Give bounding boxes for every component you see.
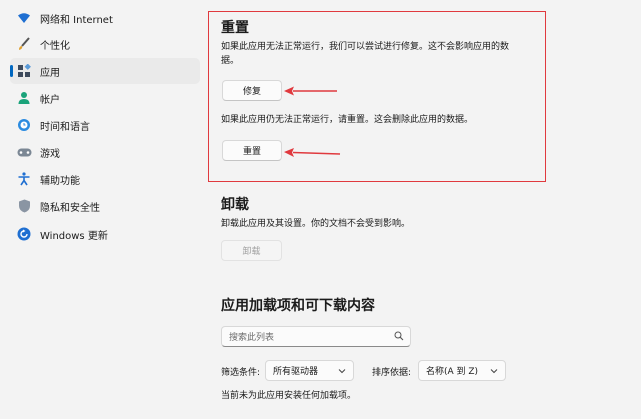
sort-dropdown-value: 名称(A 到 Z)	[426, 367, 479, 377]
sidebar-item-label: 隐私和安全性	[40, 202, 100, 214]
addons-search-input[interactable]: 搜索此列表	[221, 326, 411, 347]
shield-icon	[16, 198, 32, 214]
addons-empty-message: 当前未为此应用安装任何加载项。	[221, 391, 357, 401]
uninstall-description: 卸载此应用及其设置。你的文档不会受到影响。	[221, 219, 411, 229]
accessibility-icon	[16, 171, 32, 187]
sort-dropdown[interactable]: 名称(A 到 Z)	[418, 360, 506, 381]
addons-section-title: 应用加载项和可下载内容	[221, 298, 375, 314]
sidebar-item-gaming[interactable]: 游戏	[10, 139, 200, 165]
search-placeholder: 搜索此列表	[229, 333, 275, 343]
sidebar-item-accounts[interactable]: 帐户	[10, 85, 200, 111]
brush-icon	[16, 36, 32, 52]
sidebar-item-windows-update[interactable]: Windows 更新	[10, 221, 200, 247]
update-icon	[16, 226, 32, 242]
annotation-arrow	[284, 148, 341, 157]
filter-label: 筛选条件:	[221, 368, 261, 378]
apps-icon	[16, 63, 32, 79]
annotation-arrow	[284, 86, 337, 96]
reset-description: 如果此应用仍无法正常运行，请重置。这会删除此应用的数据。	[221, 115, 474, 125]
globe-clock-icon	[16, 117, 32, 133]
repair-description: 如果此应用无法正常运行，我们可以尝试进行修复。这不会影响应用的数 据。	[221, 40, 541, 68]
settings-sidebar: 网络和 Internet 个性化 应用 帐户 时间和语言 游戏 辅助功能 隐私和…	[0, 0, 205, 419]
reset-section-title: 重置	[221, 20, 249, 36]
sidebar-item-label: 时间和语言	[40, 121, 90, 133]
sidebar-item-network[interactable]: 网络和 Internet	[10, 5, 200, 31]
sidebar-item-accessibility[interactable]: 辅助功能	[10, 166, 200, 192]
wifi-icon	[16, 10, 32, 26]
uninstall-section-title: 卸载	[221, 197, 249, 213]
sort-label: 排序依据:	[372, 368, 412, 378]
sidebar-item-label: 个性化	[40, 40, 70, 52]
gamepad-icon	[16, 144, 32, 160]
uninstall-button[interactable]: 卸载	[221, 240, 282, 261]
person-icon	[16, 90, 32, 106]
sidebar-item-label: 游戏	[40, 148, 60, 160]
active-indicator	[10, 65, 13, 77]
sidebar-item-label: 应用	[40, 67, 60, 79]
filter-dropdown-value: 所有驱动器	[273, 367, 319, 377]
sidebar-item-label: 辅助功能	[40, 175, 80, 187]
sidebar-item-label: Windows 更新	[40, 230, 108, 242]
chevron-down-icon	[338, 367, 346, 377]
sidebar-item-privacy[interactable]: 隐私和安全性	[10, 193, 200, 219]
sidebar-item-apps[interactable]: 应用	[10, 58, 200, 84]
sidebar-item-label: 帐户	[40, 94, 60, 106]
sidebar-item-label: 网络和 Internet	[40, 14, 113, 26]
filter-dropdown[interactable]: 所有驱动器	[265, 360, 354, 381]
repair-description-line: 如果此应用无法正常运行，我们可以尝试进行修复。这不会影响应用的数	[221, 42, 510, 52]
sidebar-item-personalization[interactable]: 个性化	[10, 31, 200, 57]
chevron-down-icon	[490, 367, 498, 377]
reset-button[interactable]: 重置	[222, 140, 282, 161]
repair-button[interactable]: 修复	[222, 80, 282, 101]
sidebar-item-time-language[interactable]: 时间和语言	[10, 112, 200, 138]
search-icon[interactable]	[394, 331, 404, 344]
repair-description-line: 据。	[221, 56, 240, 66]
